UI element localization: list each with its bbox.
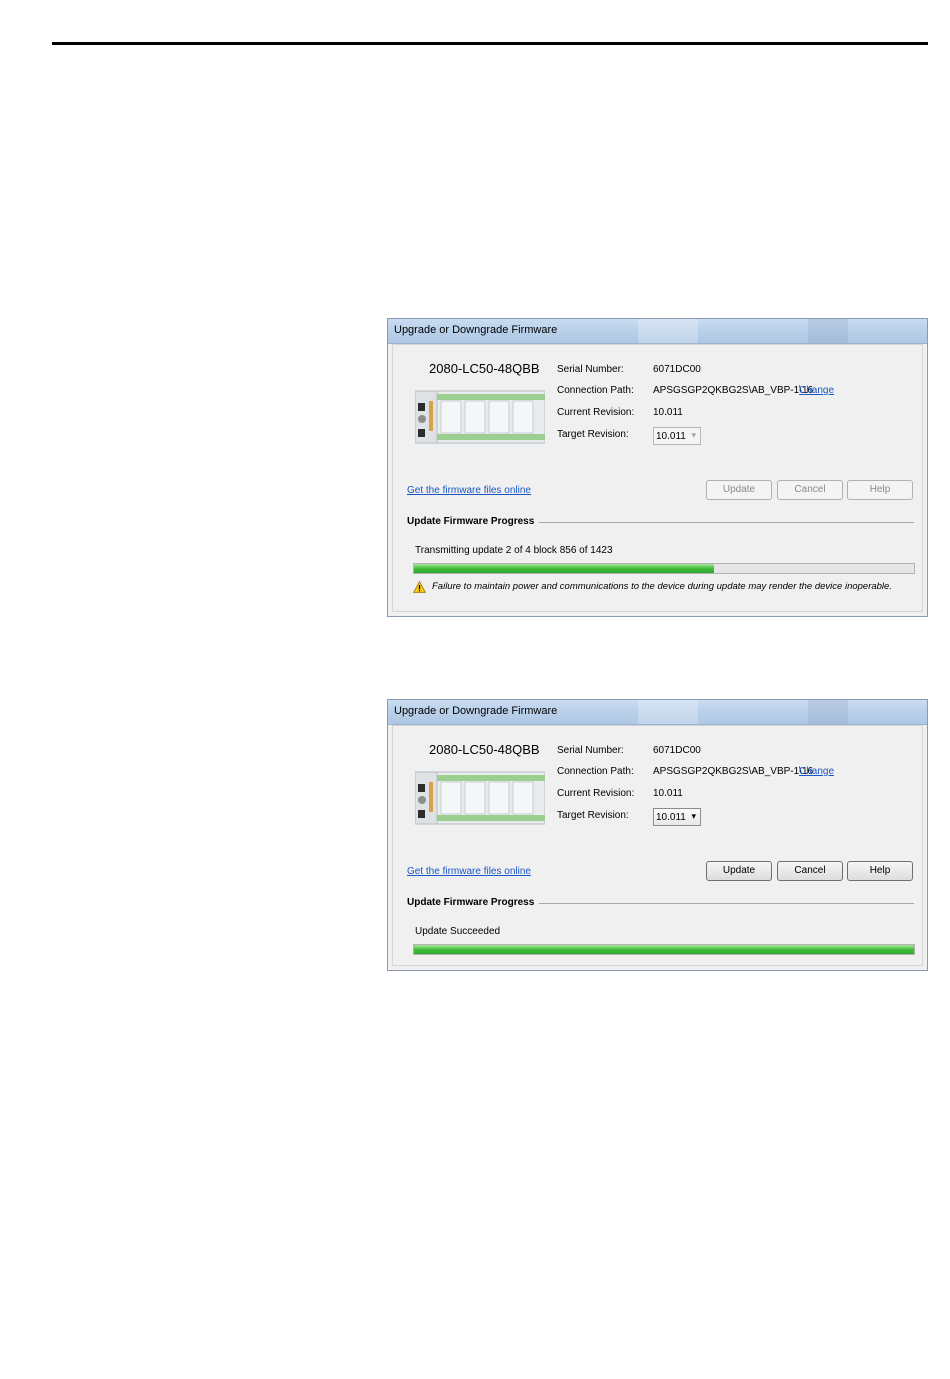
- serial-number-value: 6071DC00: [653, 364, 701, 375]
- header-rule: [52, 42, 928, 45]
- change-link[interactable]: Change: [799, 385, 834, 396]
- chevron-down-icon: ▾: [691, 430, 696, 440]
- serial-number-label: Serial Number:: [557, 364, 624, 375]
- serial-number-value: 6071DC00: [653, 745, 701, 756]
- update-button[interactable]: Update: [706, 861, 772, 881]
- progress-bar: [413, 563, 915, 574]
- dialog-title: Upgrade or Downgrade Firmware: [394, 705, 558, 717]
- target-revision-select[interactable]: 10.011 ▾: [653, 427, 701, 445]
- connection-path-value: APSGSGP2QKBG2S\AB_VBP-1\16: [653, 385, 814, 396]
- device-model: 2080-LC50-48QBB: [429, 742, 540, 757]
- current-revision-label: Current Revision:: [557, 788, 635, 799]
- target-revision-value: 10.011: [656, 431, 686, 442]
- serial-number-label: Serial Number:: [557, 745, 624, 756]
- cancel-button[interactable]: Cancel: [777, 861, 843, 881]
- progress-bar-fill: [414, 945, 914, 954]
- target-revision-select[interactable]: 10.011 ▾: [653, 808, 701, 826]
- target-revision-value: 10.011: [656, 812, 686, 823]
- controller-device-icon: [415, 390, 545, 444]
- dialog-body: 2080-LC50-48QBB Serial Number: 6071DC00 …: [392, 344, 923, 612]
- target-revision-label: Target Revision:: [557, 429, 629, 440]
- change-link[interactable]: Change: [799, 766, 834, 777]
- progress-section-title: Update Firmware Progress: [407, 897, 535, 908]
- connection-path-value: APSGSGP2QKBG2S\AB_VBP-1\16: [653, 766, 814, 777]
- title-bar[interactable]: Upgrade or Downgrade Firmware: [388, 319, 927, 344]
- target-revision-label: Target Revision:: [557, 810, 629, 821]
- progress-bar: [413, 944, 915, 955]
- firmware-dialog-completed: Upgrade or Downgrade Firmware 2080-LC50-…: [387, 699, 928, 971]
- connection-path-label: Connection Path:: [557, 385, 634, 396]
- progress-status-text: Transmitting update 2 of 4 block 856 of …: [415, 545, 613, 556]
- firmware-dialog-in-progress: Upgrade or Downgrade Firmware 2080-LC50-…: [387, 318, 928, 617]
- progress-bar-fill: [414, 564, 714, 573]
- progress-section-title: Update Firmware Progress: [407, 516, 535, 527]
- progress-status-text: Update Succeeded: [415, 926, 501, 937]
- dialog-title: Upgrade or Downgrade Firmware: [394, 324, 558, 336]
- current-revision-value: 10.011: [653, 788, 683, 799]
- help-button[interactable]: Help: [847, 861, 913, 881]
- title-bar[interactable]: Upgrade or Downgrade Firmware: [388, 700, 927, 725]
- chevron-down-icon: ▾: [691, 811, 696, 821]
- firmware-files-link[interactable]: Get the firmware files online: [407, 866, 531, 877]
- connection-path-label: Connection Path:: [557, 766, 634, 777]
- warning-icon: [413, 581, 426, 593]
- controller-device-icon: [415, 771, 545, 825]
- cancel-button[interactable]: Cancel: [777, 480, 843, 500]
- section-divider: [539, 522, 914, 523]
- device-model: 2080-LC50-48QBB: [429, 361, 540, 376]
- update-button[interactable]: Update: [706, 480, 772, 500]
- current-revision-value: 10.011: [653, 407, 683, 418]
- firmware-files-link[interactable]: Get the firmware files online: [407, 485, 531, 496]
- warning-text: Failure to maintain power and communicat…: [432, 581, 892, 592]
- current-revision-label: Current Revision:: [557, 407, 635, 418]
- dialog-body: 2080-LC50-48QBB Serial Number: 6071DC00 …: [392, 725, 923, 966]
- help-button[interactable]: Help: [847, 480, 913, 500]
- section-divider: [539, 903, 914, 904]
